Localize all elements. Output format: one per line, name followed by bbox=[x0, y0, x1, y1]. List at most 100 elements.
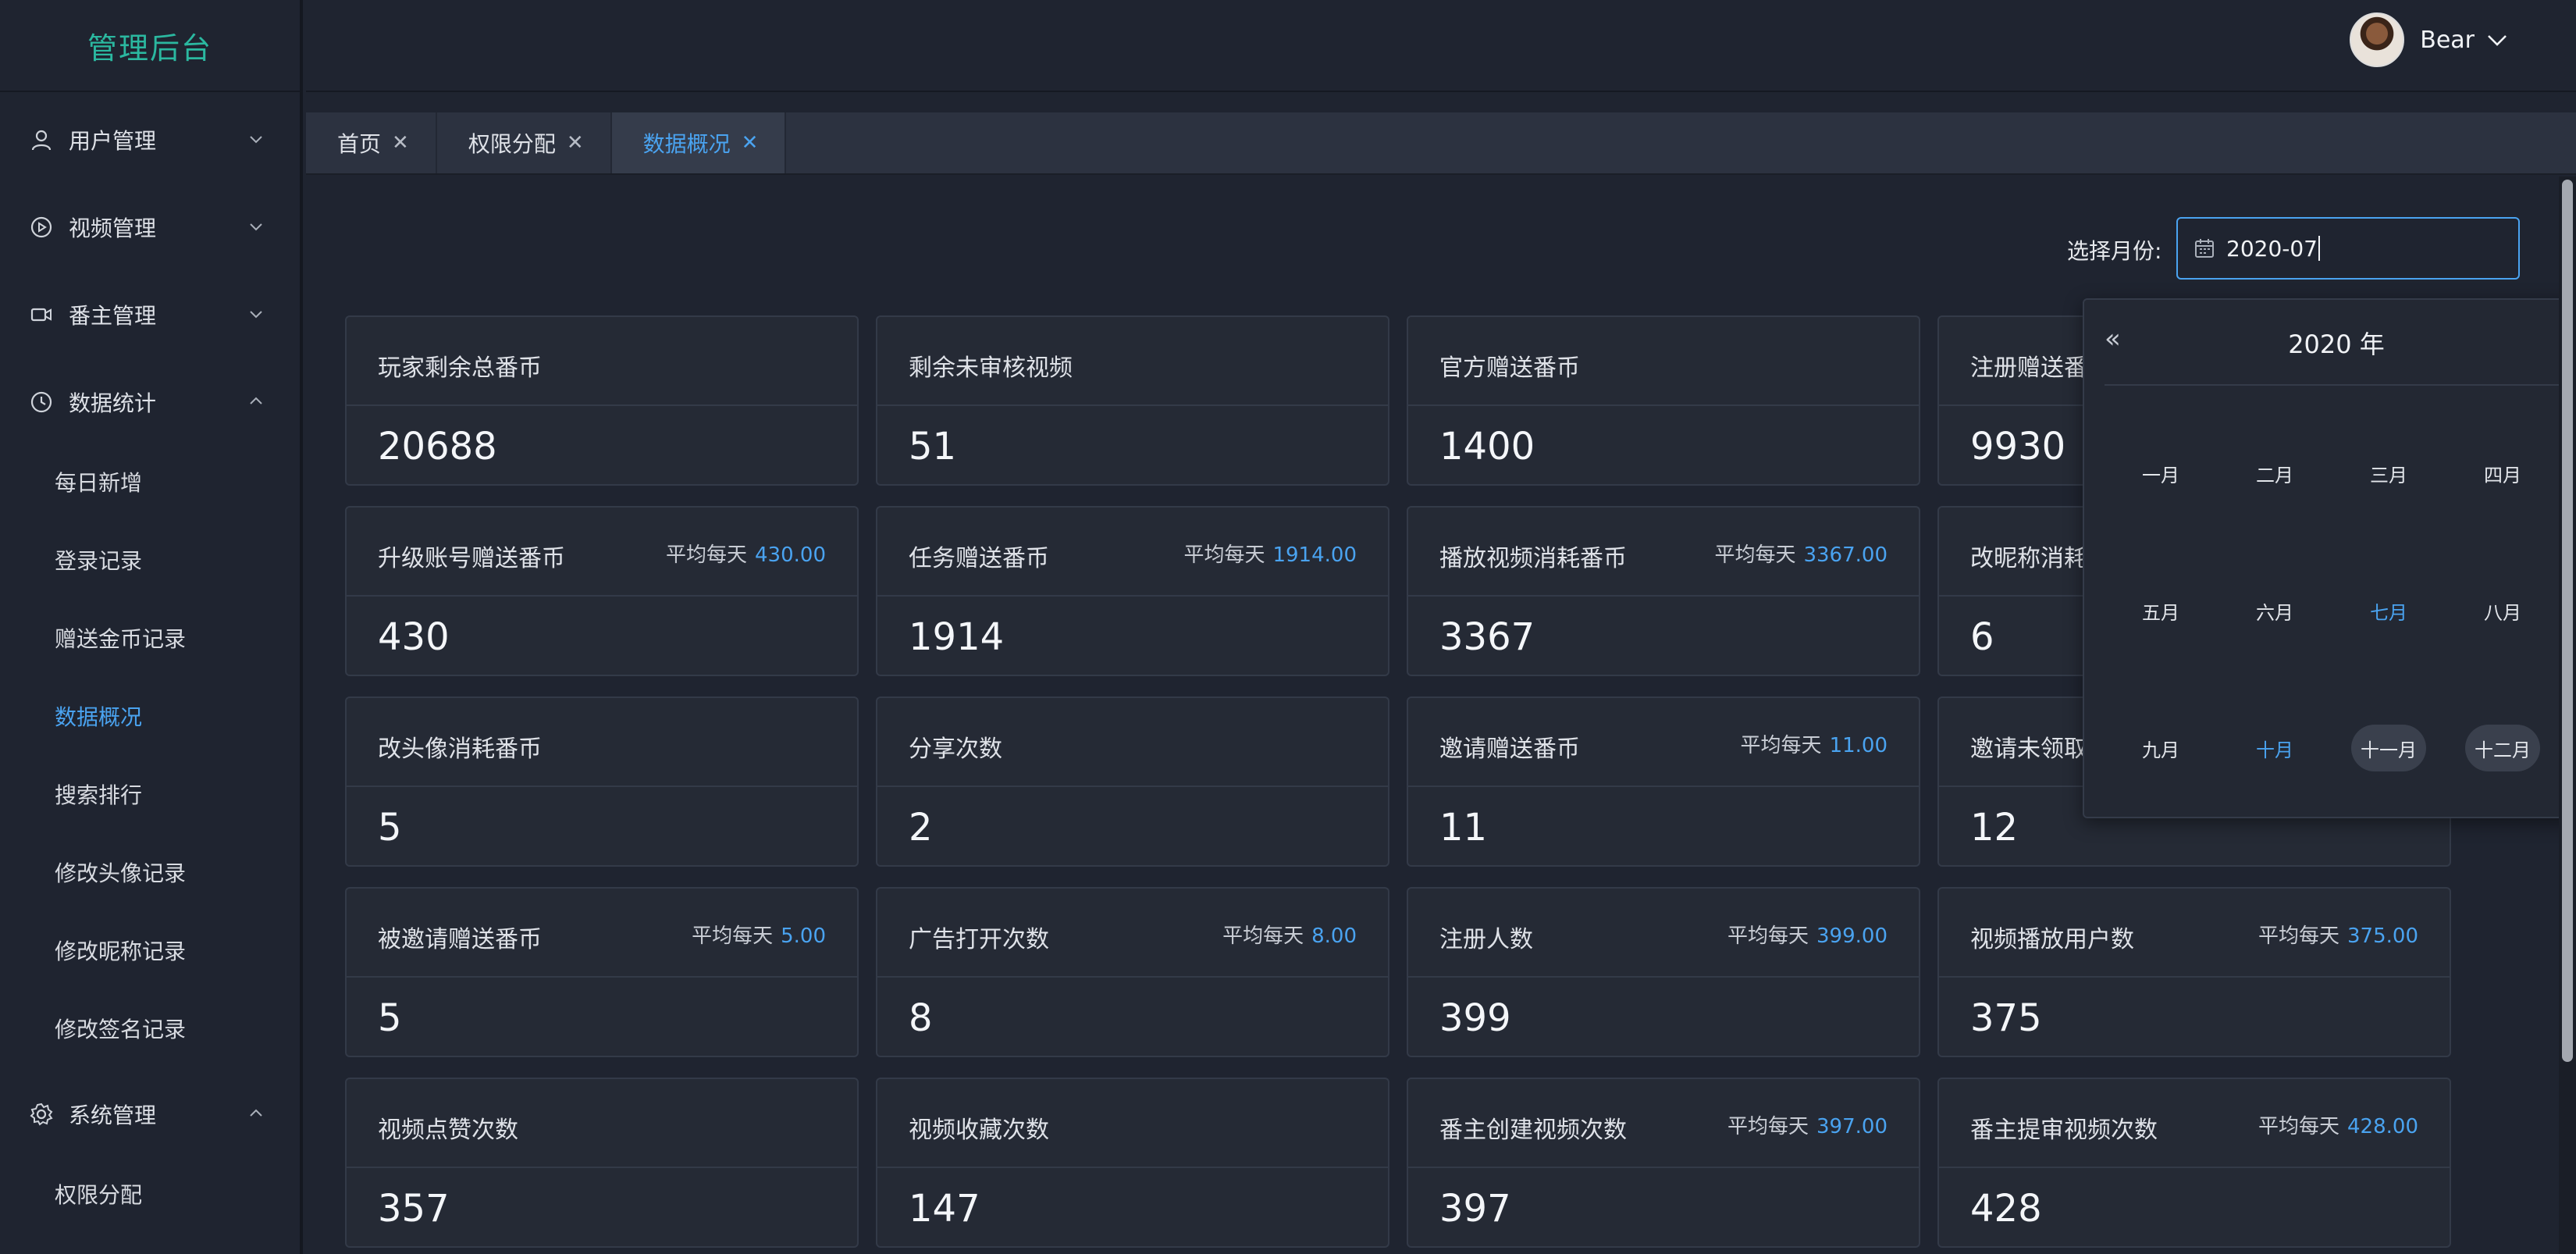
sidebar-item-permissions[interactable]: 权限分配 bbox=[0, 1167, 300, 1221]
month-input[interactable]: 2020-07 bbox=[2176, 217, 2520, 280]
stat-card: 升级账号赠送番币 平均每天 430.00 430 bbox=[345, 506, 859, 676]
sidebar-item-signature-records[interactable]: 修改签名记录 bbox=[0, 1001, 300, 1056]
month-cell[interactable]: 七月 bbox=[2351, 587, 2426, 634]
daily-average-label: 平均每天 bbox=[2258, 924, 2340, 948]
user-menu[interactable]: Bear bbox=[2350, 12, 2509, 67]
daily-average-value: 399.00 bbox=[1816, 924, 1888, 948]
daily-average-value: 375.00 bbox=[2347, 924, 2418, 948]
stat-card: 注册人数 平均每天 399.00 399 bbox=[1407, 887, 1920, 1057]
stat-card: 官方赠送番币 1400 bbox=[1407, 315, 1920, 486]
daily-average-label: 平均每天 bbox=[1727, 1115, 1809, 1138]
stat-card-title: 任务赠送番币 bbox=[909, 545, 1049, 572]
stat-card-header: 广告打开次数 平均每天 8.00 bbox=[877, 889, 1388, 978]
sidebar-group-videos[interactable]: 视频管理 bbox=[0, 200, 300, 255]
daily-average-label: 平均每天 bbox=[2258, 1115, 2340, 1138]
month-cell[interactable]: 一月 bbox=[2123, 450, 2198, 497]
month-cell[interactable]: 十月 bbox=[2237, 725, 2312, 771]
daily-average-label: 平均每天 bbox=[666, 543, 748, 567]
stat-card-header: 播放视频消耗番币 平均每天 3367.00 bbox=[1408, 508, 1919, 597]
sidebar-group-hosts[interactable]: 番主管理 bbox=[0, 287, 300, 342]
stat-card-title: 视频收藏次数 bbox=[909, 1117, 1049, 1144]
stat-card-title: 邀请未领取 bbox=[1970, 736, 2087, 763]
stat-card-value: 9930 bbox=[1970, 425, 2066, 468]
daily-average-label: 平均每天 bbox=[1183, 543, 1265, 567]
sidebar-item-nickname-records[interactable]: 修改昵称记录 bbox=[0, 923, 300, 978]
stat-card-daily-average: 平均每天 375.00 bbox=[2258, 920, 2418, 949]
month-cell[interactable]: 三月 bbox=[2351, 450, 2426, 497]
avatar bbox=[2350, 12, 2405, 67]
tab-permissions[interactable]: 权限分配 ✕ bbox=[437, 112, 612, 173]
tab-home[interactable]: 首页 ✕ bbox=[306, 112, 437, 173]
daily-average-value: 428.00 bbox=[2347, 1115, 2418, 1138]
play-circle-icon bbox=[28, 214, 55, 240]
month-cell[interactable]: 九月 bbox=[2123, 725, 2198, 771]
daily-average-value: 3367.00 bbox=[1803, 543, 1888, 567]
stat-card-value: 3367 bbox=[1439, 615, 1535, 659]
stat-card-header: 注册人数 平均每天 399.00 bbox=[1408, 889, 1919, 978]
stat-card: 番主创建视频次数 平均每天 397.00 397 bbox=[1407, 1078, 1920, 1248]
sidebar-group-system[interactable]: 系统管理 bbox=[0, 1087, 300, 1142]
stat-card-value: 6 bbox=[1970, 615, 1994, 659]
calendar-icon bbox=[2195, 239, 2214, 258]
month-picker-header: « 2020 年 » bbox=[2105, 300, 2576, 386]
chevron-down-icon bbox=[2488, 35, 2507, 46]
stat-card-title: 改昵称消耗 bbox=[1970, 545, 2087, 572]
close-icon[interactable]: ✕ bbox=[392, 131, 409, 155]
sidebar-group-label: 番主管理 bbox=[69, 303, 157, 329]
tab-data-overview[interactable]: 数据概况 ✕ bbox=[611, 112, 787, 173]
tab-label: 数据概况 bbox=[642, 131, 731, 157]
month-cell[interactable]: 五月 bbox=[2123, 587, 2198, 634]
stat-card-header: 视频点赞次数 bbox=[347, 1079, 857, 1168]
sidebar-group-label: 用户管理 bbox=[69, 128, 157, 154]
tab-bar: 首页 ✕ 权限分配 ✕ 数据概况 ✕ bbox=[306, 112, 2576, 175]
stat-card-value: 12 bbox=[1970, 806, 2019, 850]
sidebar-group-users[interactable]: 用户管理 bbox=[0, 112, 300, 167]
stat-card-title: 官方赠送番币 bbox=[1439, 354, 1580, 382]
stat-card: 视频播放用户数 平均每天 375.00 375 bbox=[1937, 887, 2451, 1057]
stat-card-daily-average: 平均每天 3367.00 bbox=[1714, 539, 1888, 568]
stat-card-value: 5 bbox=[378, 806, 402, 850]
stat-card-value: 428 bbox=[1970, 1187, 2042, 1231]
month-cell[interactable]: 六月 bbox=[2237, 587, 2312, 634]
stat-card: 剩余未审核视频 51 bbox=[876, 315, 1389, 486]
picker-year-label[interactable]: 2020 年 bbox=[2105, 325, 2568, 361]
stat-card-header: 剩余未审核视频 bbox=[877, 317, 1388, 406]
sidebar-item-login-records[interactable]: 登录记录 bbox=[0, 533, 300, 587]
stat-card-daily-average: 平均每天 399.00 bbox=[1727, 920, 1888, 949]
sidebar: 管理后台 用户管理 视频管理 番主管理 数据统计 每日新增 登录记录 赠送金币记… bbox=[0, 0, 303, 1254]
stat-card-title: 改头像消耗番币 bbox=[378, 736, 542, 763]
chevron-up-icon bbox=[250, 397, 262, 404]
month-cell[interactable]: 十一月 bbox=[2351, 725, 2426, 771]
stat-card-title: 注册人数 bbox=[1439, 926, 1533, 953]
stat-card-title: 视频播放用户数 bbox=[1970, 926, 2134, 953]
close-icon[interactable]: ✕ bbox=[742, 131, 759, 155]
sidebar-group-label: 视频管理 bbox=[69, 216, 157, 241]
stat-card-header: 视频收藏次数 bbox=[877, 1079, 1388, 1168]
close-icon[interactable]: ✕ bbox=[567, 131, 584, 155]
chevron-up-icon bbox=[250, 1109, 262, 1117]
stat-card-value: 399 bbox=[1439, 996, 1511, 1040]
stat-card: 番主提审视频次数 平均每天 428.00 428 bbox=[1937, 1078, 2451, 1248]
sidebar-item-gift-coin-records[interactable]: 赠送金币记录 bbox=[0, 611, 300, 665]
stat-card-value: 51 bbox=[909, 425, 957, 468]
month-cell[interactable]: 八月 bbox=[2465, 587, 2540, 634]
daily-average-label: 平均每天 bbox=[1740, 734, 1822, 757]
stat-card: 被邀请赠送番币 平均每天 5.00 5 bbox=[345, 887, 859, 1057]
tab-label: 权限分配 bbox=[468, 131, 556, 157]
text-caret bbox=[2318, 236, 2320, 261]
sidebar-item-data-overview[interactable]: 数据概况 bbox=[0, 689, 300, 743]
daily-average-value: 5.00 bbox=[781, 924, 826, 948]
stat-card: 改头像消耗番币 5 bbox=[345, 696, 859, 867]
scrollbar-thumb[interactable] bbox=[2562, 180, 2573, 1062]
sidebar-item-daily-new[interactable]: 每日新增 bbox=[0, 454, 300, 509]
sidebar-item-search-ranking[interactable]: 搜索排行 bbox=[0, 767, 300, 821]
stat-card-value: 357 bbox=[378, 1187, 450, 1231]
month-cell[interactable]: 二月 bbox=[2237, 450, 2312, 497]
stat-card-value: 5 bbox=[378, 996, 402, 1040]
month-cell[interactable]: 十二月 bbox=[2465, 725, 2540, 771]
month-cell[interactable]: 四月 bbox=[2465, 450, 2540, 497]
sidebar-group-statistics[interactable]: 数据统计 bbox=[0, 375, 300, 429]
stat-card: 视频收藏次数 147 bbox=[876, 1078, 1389, 1248]
sidebar-item-avatar-records[interactable]: 修改头像记录 bbox=[0, 845, 300, 900]
stat-card-daily-average: 平均每天 11.00 bbox=[1741, 729, 1888, 758]
